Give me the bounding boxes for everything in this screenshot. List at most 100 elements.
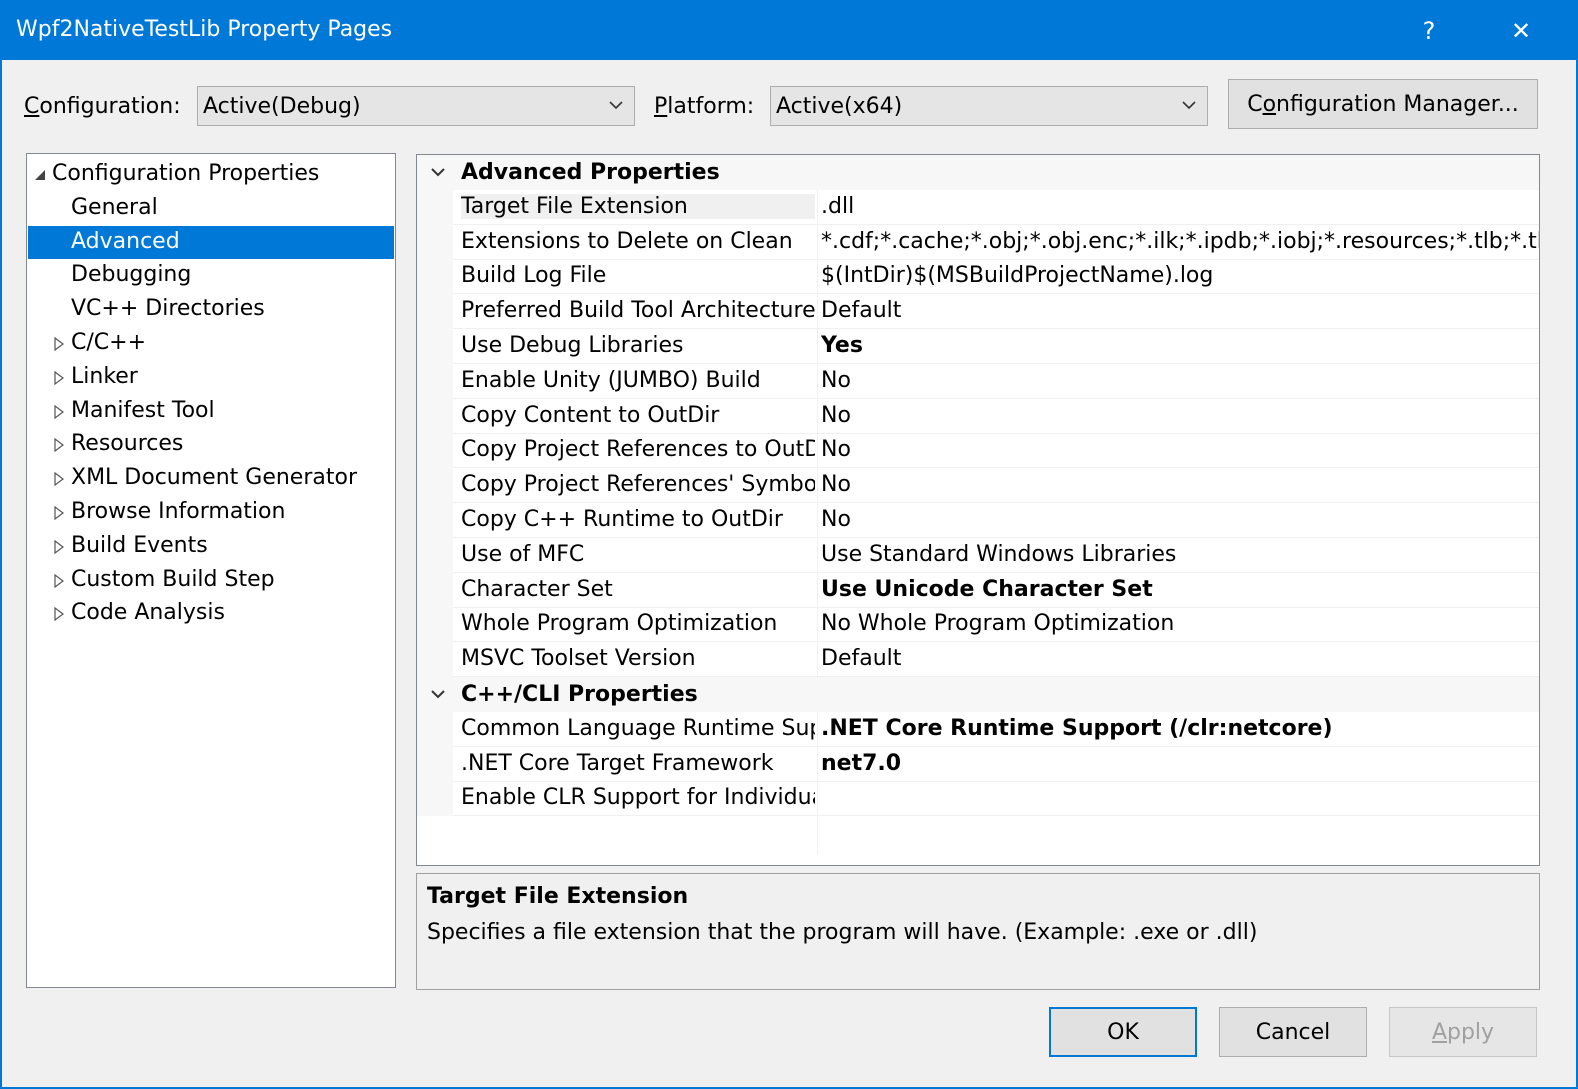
property-row[interactable]: Target File Extension .dll xyxy=(417,189,1539,225)
tree-item-label: VC++ Directories xyxy=(71,296,265,322)
collapsed-arrow-icon[interactable] xyxy=(53,370,65,385)
row-gutter xyxy=(417,433,453,469)
category-label: C++/CLI Properties xyxy=(461,682,698,707)
property-name: .NET Core Target Framework xyxy=(461,750,774,776)
cancel-label: Cancel xyxy=(1255,1019,1331,1045)
tree-item-label: C/C++ xyxy=(71,330,147,355)
tree-item-label: Resources xyxy=(71,431,184,457)
property-grid[interactable]: Advanced Properties Target File Extension… xyxy=(416,154,1540,866)
chevron-down-icon[interactable] xyxy=(429,163,447,181)
platform-dropdown[interactable]: Active(x64) xyxy=(770,86,1208,126)
title-bar[interactable]: Wpf2NativeTestLib Property Pages ? ✕ xyxy=(2,2,1576,60)
category-header[interactable]: C++/CLI Properties xyxy=(417,677,1539,712)
property-value[interactable]: No xyxy=(821,507,1539,532)
property-value[interactable]: No xyxy=(821,368,1539,393)
property-name: Build Log File xyxy=(461,263,607,289)
collapsed-arrow-icon[interactable] xyxy=(53,506,65,520)
category-tree[interactable]: Configuration Properties General Advanced D… xyxy=(26,153,396,988)
row-gutter xyxy=(417,224,453,260)
row-gutter xyxy=(417,781,453,817)
tree-item-build-events[interactable]: Build Events xyxy=(28,530,394,563)
tree-item-general[interactable]: General xyxy=(28,192,394,225)
tree-item-custom-build-step[interactable]: Custom Build Step xyxy=(28,564,394,597)
property-value[interactable]: .NET Core Runtime Support (/clr:netcore) xyxy=(821,716,1539,741)
ok-button[interactable]: OK xyxy=(1049,1007,1197,1057)
property-row[interactable]: Build Log File $(IntDir)$(MSBuildProjectN… xyxy=(417,259,1539,295)
property-value[interactable]: No xyxy=(821,437,1539,462)
apply-button[interactable]: Apply xyxy=(1389,1007,1537,1057)
property-value[interactable]: Default xyxy=(821,646,1539,671)
property-value[interactable]: No xyxy=(821,472,1539,497)
property-value[interactable]: net7.0 xyxy=(821,751,1539,776)
help-button[interactable]: ? xyxy=(1394,2,1464,60)
collapsed-arrow-icon[interactable] xyxy=(53,472,65,487)
property-row[interactable]: Copy Project References to OutDi No xyxy=(417,433,1539,469)
tree-item-browse-information[interactable]: Browse Information xyxy=(28,496,394,529)
expanded-arrow-icon[interactable] xyxy=(34,168,46,182)
property-value[interactable]: .dll xyxy=(821,194,1539,219)
close-button[interactable]: ✕ xyxy=(1486,2,1556,60)
property-row[interactable]: Copy Content to OutDir No xyxy=(417,398,1539,434)
tree-item-code-analysis[interactable]: Code Analysis xyxy=(28,597,394,630)
tree-item-resources[interactable]: Resources xyxy=(28,428,394,461)
property-pages-dialog: Wpf2NativeTestLib Property Pages ? ✕ Con… xyxy=(0,0,1578,1089)
property-value[interactable]: No xyxy=(821,403,1539,428)
property-value[interactable]: No Whole Program Optimization xyxy=(821,611,1539,636)
row-gutter xyxy=(417,503,453,538)
chevron-down-icon xyxy=(609,101,623,110)
property-row[interactable]: Character Set Use Unicode Character Set xyxy=(417,572,1539,608)
property-value[interactable]: Use Unicode Character Set xyxy=(821,577,1539,602)
property-name: Extensions to Delete on Clean xyxy=(461,228,793,254)
configuration-manager-button[interactable]: Configuration Manager... xyxy=(1228,79,1538,129)
property-row[interactable]: Extensions to Delete on Clean *.cdf;*.cac… xyxy=(417,224,1539,260)
property-row[interactable]: Use Debug Libraries Yes xyxy=(417,329,1539,364)
collapsed-arrow-icon[interactable] xyxy=(53,573,65,588)
collapsed-arrow-icon[interactable] xyxy=(53,607,65,622)
cancel-button[interactable]: Cancel xyxy=(1219,1007,1367,1057)
property-row[interactable]: Preferred Build Tool Architecture Default xyxy=(417,294,1539,330)
help-icon: ? xyxy=(1422,17,1436,45)
property-row[interactable]: Copy C++ Runtime to OutDir No xyxy=(417,503,1539,538)
tree-item-advanced[interactable]: Advanced xyxy=(28,225,394,259)
property-name: Enable CLR Support for Individual xyxy=(461,785,815,811)
tree-item-vc-directories[interactable]: VC++ Directories xyxy=(28,293,394,326)
property-row[interactable]: Whole Program Optimization No Whole Progr… xyxy=(417,607,1539,643)
property-value[interactable]: Default xyxy=(821,298,1539,323)
property-value[interactable]: $(IntDir)$(MSBuildProjectName).log xyxy=(821,263,1539,288)
property-name: Use of MFC xyxy=(461,541,585,567)
collapsed-arrow-icon[interactable] xyxy=(53,337,65,351)
row-gutter xyxy=(417,329,453,364)
category-header[interactable]: Advanced Properties xyxy=(417,155,1539,190)
property-name: Copy C++ Runtime to OutDir xyxy=(461,507,783,532)
chevron-down-icon[interactable] xyxy=(429,685,447,703)
tree-item-configuration-properties[interactable]: Configuration Properties xyxy=(28,158,394,191)
property-row[interactable]: .NET Core Target Framework net7.0 xyxy=(417,746,1539,782)
property-row[interactable]: Enable Unity (JUMBO) Build No xyxy=(417,363,1539,399)
property-value[interactable]: Use Standard Windows Libraries xyxy=(821,542,1539,567)
property-name: Character Set xyxy=(461,576,613,602)
tree-item-c-c[interactable]: C/C++ xyxy=(28,327,394,360)
tree-item-manifest-tool[interactable]: Manifest Tool xyxy=(28,395,394,428)
tree-item-linker[interactable]: Linker xyxy=(28,361,394,394)
platform-label: Platform: xyxy=(654,94,755,119)
row-gutter xyxy=(417,363,453,399)
property-value[interactable]: *.cdf;*.cache;*.obj;*.obj.enc;*.ilk;*.ip… xyxy=(821,229,1539,254)
property-name: Enable Unity (JUMBO) Build xyxy=(461,367,761,393)
property-value[interactable]: Yes xyxy=(821,333,1539,358)
configuration-dropdown[interactable]: Active(Debug) xyxy=(197,86,635,126)
property-row[interactable]: Use of MFC Use Standard Windows Libraries xyxy=(417,537,1539,573)
description-title: Target File Extension xyxy=(427,884,689,909)
tree-item-debugging[interactable]: Debugging xyxy=(28,259,394,292)
apply-label: Apply xyxy=(1431,1019,1495,1045)
tree-item-xml-document-generator[interactable]: XML Document Generator xyxy=(28,462,394,495)
property-row[interactable]: Enable CLR Support for Individual xyxy=(417,781,1539,817)
property-row[interactable]: MSVC Toolset Version Default xyxy=(417,642,1539,678)
property-row[interactable]: Copy Project References' Symbols No xyxy=(417,468,1539,504)
category-label: Advanced Properties xyxy=(461,160,720,185)
collapsed-arrow-icon[interactable] xyxy=(53,539,65,554)
collapsed-arrow-icon[interactable] xyxy=(53,404,65,419)
property-row[interactable]: Common Language Runtime Sup .NET Core Run… xyxy=(417,711,1539,747)
row-gutter xyxy=(417,711,453,747)
tree-item-label: Code Analysis xyxy=(71,600,225,626)
collapsed-arrow-icon[interactable] xyxy=(53,438,65,453)
